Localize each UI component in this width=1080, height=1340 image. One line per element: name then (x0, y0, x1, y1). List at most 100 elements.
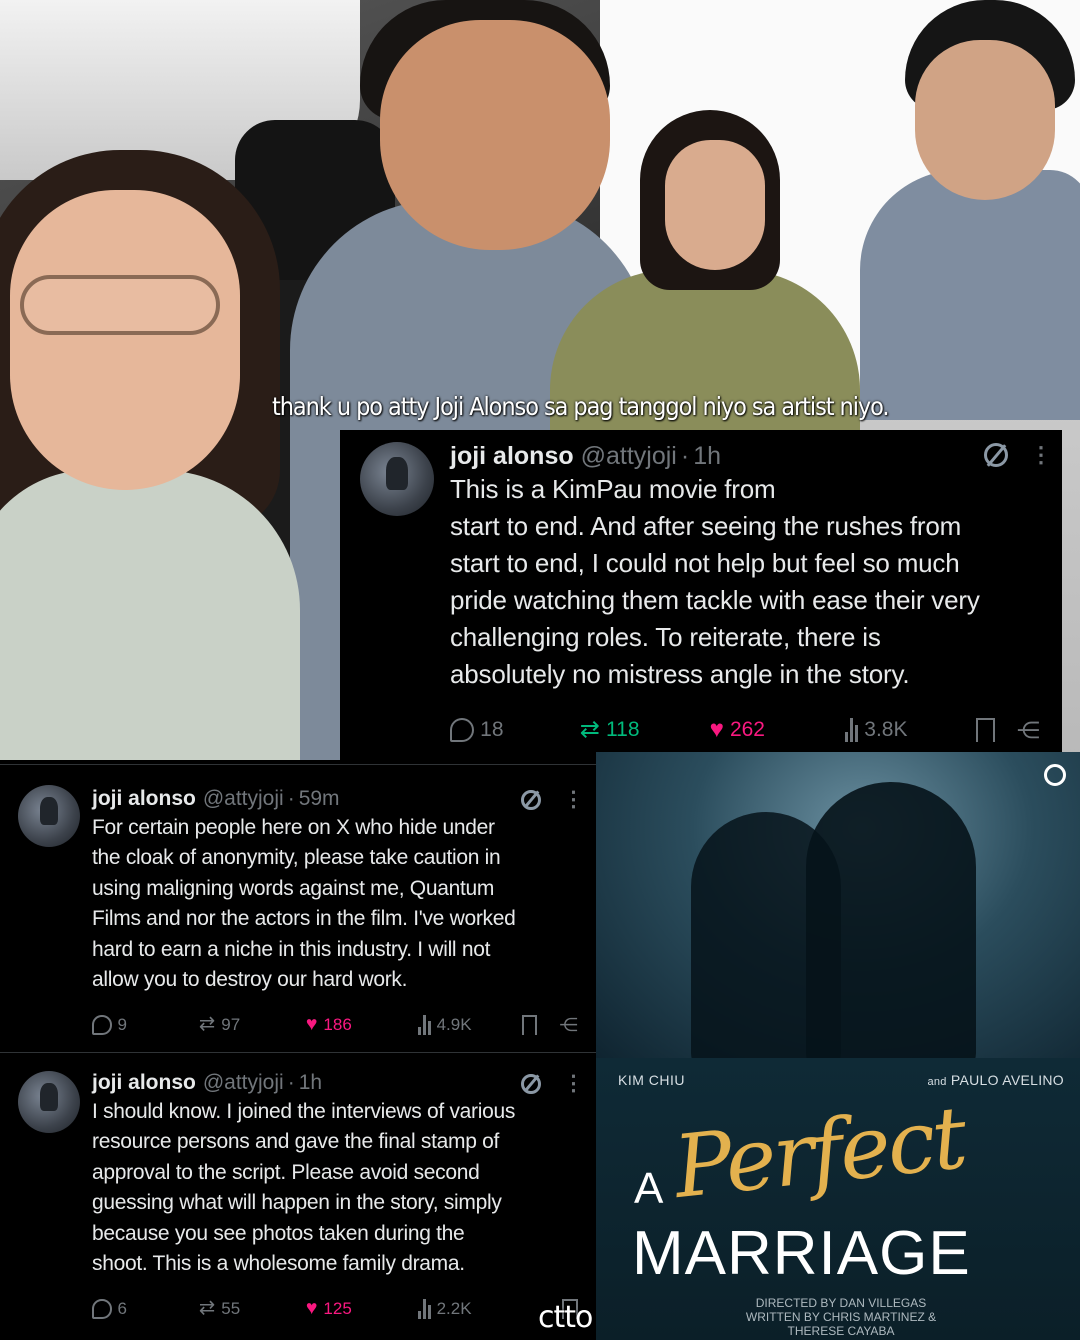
heart-icon: ♥ (305, 1297, 318, 1320)
like-button[interactable]: ♥ 262 (709, 716, 846, 743)
avatar[interactable] (18, 785, 80, 847)
grok-icon[interactable] (521, 789, 541, 810)
more-icon[interactable]: ⋮ (563, 1071, 584, 1096)
reply-button[interactable]: 9 (92, 1015, 199, 1035)
cast-right: and PAULO AVELINO (927, 1072, 1064, 1088)
tweet-actions: 6 ⇄ 55 ♥ 125 2.2K (92, 1299, 578, 1319)
grok-icon[interactable] (984, 443, 1008, 467)
like-button[interactable]: ♥ 186 (306, 1015, 418, 1035)
share-button[interactable]: ⋲ (1016, 716, 1040, 743)
tweet-actions: 18 ⇄ 118 ♥ 262 3.8K ⋲ (450, 716, 1040, 743)
reply-count: 18 (480, 718, 504, 742)
timestamp[interactable]: 59m (299, 787, 340, 811)
tweet-actions: 9 ⇄ 97 ♥ 186 4.9K ⋲ (92, 1015, 578, 1035)
reply-count: 6 (117, 1299, 128, 1318)
separator-dot: · (287, 1071, 295, 1094)
heart-icon: ♥ (709, 716, 724, 743)
separator-dot: · (287, 787, 295, 810)
heart-icon: ♥ (305, 1013, 318, 1036)
timestamp[interactable]: 1h (693, 442, 721, 471)
views-count: 3.8K (864, 718, 908, 742)
woman-laughing-face (10, 190, 240, 490)
repost-button[interactable]: ⇄ 55 (199, 1299, 306, 1319)
share-button[interactable]: ⋲ (559, 1013, 578, 1035)
cast-and: and (927, 1076, 947, 1088)
man-in-grey-shirt (860, 170, 1080, 420)
separator-dot: · (680, 442, 690, 470)
avatar[interactable] (18, 1071, 80, 1133)
title-perfect: Perfect (669, 1088, 969, 1218)
tweet-header: joji alonso @attyjoji · 1h ⋮ (92, 1071, 584, 1096)
reply-bubble-icon (450, 718, 475, 743)
views-button[interactable]: 2.2K (417, 1299, 515, 1319)
poster-credits: directed by DAN VILLEGAS written by CHRI… (696, 1296, 986, 1338)
like-button[interactable]: ♥ 125 (306, 1299, 418, 1319)
bookmark-icon (521, 1015, 538, 1035)
views-count: 4.9K (436, 1015, 472, 1034)
tweet-text: I should know. I joined the interviews o… (92, 1100, 516, 1276)
views-count: 2.2K (436, 1299, 472, 1318)
more-icon[interactable]: ⋮ (1030, 442, 1052, 468)
tweet-header: joji alonso @attyjoji · 59m ⋮ (92, 787, 584, 812)
grok-icon[interactable] (521, 1073, 541, 1094)
author-name[interactable]: joji alonso (92, 787, 196, 811)
reply-button[interactable]: 6 (92, 1299, 199, 1319)
credit-written: written by CHRIS MARTINEZ & (745, 1310, 937, 1324)
reply-button[interactable]: 18 (450, 718, 580, 743)
like-count: 125 (323, 1299, 352, 1318)
share-icon: ⋲ (559, 1013, 578, 1035)
views-button[interactable]: 4.9K (417, 1015, 515, 1035)
ctto-watermark: ctto (538, 1300, 593, 1335)
author-name[interactable]: joji alonso (450, 442, 574, 471)
studio-logo-icon (1044, 764, 1066, 786)
tweet-card[interactable]: joji alonso @attyjoji · 1h ⋮ I should kn… (0, 1052, 596, 1340)
man-smiling-face (380, 20, 610, 250)
reply-bubble-icon (92, 1015, 112, 1035)
repost-icon: ⇄ (198, 1013, 216, 1036)
repost-button[interactable]: ⇄ 118 (579, 716, 710, 743)
cast-left: KIM CHIU (618, 1072, 685, 1088)
caption-overlay: thank u po atty Joji Alonso sa pag tangg… (272, 392, 890, 421)
reply-bubble-icon (92, 1299, 112, 1319)
author-name[interactable]: joji alonso (92, 1071, 196, 1095)
views-bars-icon (845, 718, 859, 743)
cast-right-name: PAULO AVELINO (950, 1072, 1064, 1088)
timestamp[interactable]: 1h (299, 1071, 322, 1095)
author-handle[interactable]: @attyjoji (203, 787, 284, 811)
woman-in-knit-top (0, 470, 300, 760)
views-bars-icon (417, 1299, 431, 1319)
repost-count: 118 (606, 718, 640, 742)
tweet-body: joji alonso @attyjoji · 1h ⋮ This is a K… (450, 442, 1052, 693)
views-button[interactable]: 3.8K (845, 718, 963, 743)
tweet-card[interactable]: joji alonso @attyjoji · 59m ⋮ For certai… (0, 764, 596, 1052)
poster-title-area: KIM CHIU and PAULO AVELINO A Perfect MAR… (596, 1058, 1080, 1340)
tweet-text: For certain people here on X who hide un… (92, 816, 516, 992)
bookmark-button[interactable] (975, 718, 995, 743)
tweet-card[interactable]: joji alonso @attyjoji · 1h ⋮ This is a K… (340, 430, 1062, 760)
tweet-body: joji alonso @attyjoji · 1h ⋮ I should kn… (92, 1071, 584, 1279)
header-icons: ⋮ (521, 1071, 584, 1096)
poster-couple-photo (596, 752, 1080, 1072)
reply-count: 9 (117, 1015, 128, 1034)
like-count: 262 (729, 718, 765, 742)
bookmark-button[interactable] (521, 1015, 538, 1035)
man-face (915, 40, 1055, 200)
avatar[interactable] (360, 442, 434, 516)
credit-written-2: THERESE CAYABA (787, 1324, 895, 1338)
share-icon: ⋲ (1016, 716, 1040, 743)
repost-icon: ⇄ (579, 716, 601, 743)
credit-directed: directed by DAN VILLEGAS (755, 1296, 927, 1310)
repost-icon: ⇄ (198, 1297, 216, 1320)
tweet-body: joji alonso @attyjoji · 59m ⋮ For certai… (92, 787, 584, 995)
more-icon[interactable]: ⋮ (563, 787, 584, 812)
tweet-text: This is a KimPau movie from start to end… (450, 474, 980, 689)
repost-button[interactable]: ⇄ 97 (199, 1015, 306, 1035)
movie-poster: KIM CHIU and PAULO AVELINO A Perfect MAR… (596, 752, 1080, 1340)
like-count: 186 (323, 1015, 352, 1034)
man-silhouette (806, 782, 976, 1072)
author-handle[interactable]: @attyjoji (581, 442, 677, 471)
author-handle[interactable]: @attyjoji (203, 1071, 284, 1095)
header-icons: ⋮ (521, 787, 584, 812)
repost-count: 97 (221, 1015, 241, 1034)
views-bars-icon (417, 1015, 431, 1035)
